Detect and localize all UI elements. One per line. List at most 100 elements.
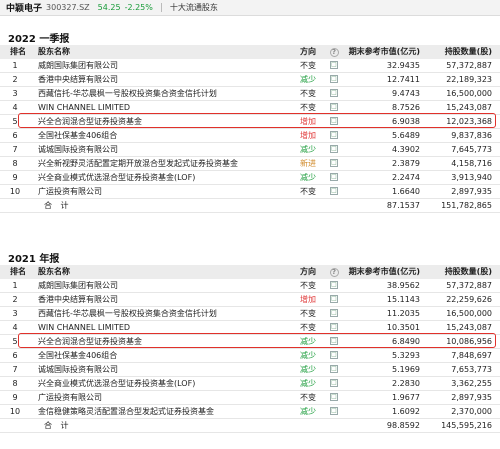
- table-row[interactable]: 2 香港中央结算有限公司 减少 □ 12.7411 22,189,323: [0, 72, 500, 86]
- row-holder-name[interactable]: 诚城国际投资有限公司: [30, 142, 298, 156]
- detail-cell[interactable]: □: [324, 376, 344, 390]
- help-cell[interactable]: ?: [324, 265, 344, 279]
- detail-box-icon[interactable]: □: [330, 117, 338, 125]
- col-header-name[interactable]: 股东名称: [30, 265, 298, 279]
- row-holder-name[interactable]: 金信稳健策略灵活配置混合型发起式证券投资基金: [30, 404, 298, 418]
- detail-cell[interactable]: □: [324, 320, 344, 334]
- table-row[interactable]: 5 兴全合润混合型证券投资基金 增加 □ 6.9038 12,023,368: [0, 114, 500, 128]
- table-row[interactable]: 2 香港中央结算有限公司 增加 □ 15.1143 22,259,626: [0, 292, 500, 306]
- detail-box-icon[interactable]: □: [330, 89, 338, 97]
- detail-box-icon[interactable]: □: [330, 187, 338, 195]
- detail-cell[interactable]: □: [324, 184, 344, 198]
- row-holder-name[interactable]: 广运投资有限公司: [30, 184, 298, 198]
- row-holder-name[interactable]: 全国社保基金406组合: [30, 348, 298, 362]
- table-row[interactable]: 8 兴全商业模式优选混合型证券投资基金(LOF) 减少 □ 2.2830 3,3…: [0, 376, 500, 390]
- detail-box-icon[interactable]: □: [330, 309, 338, 317]
- row-holder-name[interactable]: 兴全商业模式优选混合型证券投资基金(LOF): [30, 376, 298, 390]
- table-total-row: 合 计 87.1537 151,782,865: [0, 198, 500, 212]
- row-holder-name[interactable]: 香港中央结算有限公司: [30, 72, 298, 86]
- detail-cell[interactable]: □: [324, 114, 344, 128]
- col-header-direction[interactable]: 方向: [298, 265, 324, 279]
- detail-box-icon[interactable]: □: [330, 145, 338, 153]
- detail-cell[interactable]: □: [324, 86, 344, 100]
- row-holder-name[interactable]: 香港中央结算有限公司: [30, 292, 298, 306]
- help-icon[interactable]: ?: [329, 268, 339, 278]
- detail-cell[interactable]: □: [324, 390, 344, 404]
- table-row[interactable]: 9 兴全商业模式优选混合型证券投资基金(LOF) 减少 □ 2.2474 3,9…: [0, 170, 500, 184]
- row-direction: 不变: [300, 280, 316, 290]
- table-row[interactable]: 10 金信稳健策略灵活配置混合型发起式证券投资基金 减少 □ 1.6092 2,…: [0, 404, 500, 418]
- detail-box-icon[interactable]: □: [330, 323, 338, 331]
- detail-cell[interactable]: □: [324, 170, 344, 184]
- detail-box-icon[interactable]: □: [330, 379, 338, 387]
- table-row[interactable]: 1 威朗国际集团有限公司 不变 □ 32.9435 57,372,887: [0, 59, 500, 73]
- detail-box-icon[interactable]: □: [330, 351, 338, 359]
- detail-cell[interactable]: □: [324, 128, 344, 142]
- table-row[interactable]: 7 诚城国际投资有限公司 减少 □ 5.1969 7,653,773: [0, 362, 500, 376]
- table-row[interactable]: 10 广运投资有限公司 不变 □ 1.6640 2,897,935: [0, 184, 500, 198]
- table-row[interactable]: 6 全国社保基金406组合 增加 □ 5.6489 9,837,836: [0, 128, 500, 142]
- table-row[interactable]: 4 WIN CHANNEL LIMITED 不变 □ 8.7526 15,243…: [0, 100, 500, 114]
- col-header-shares[interactable]: 持股数量(股): [424, 45, 500, 59]
- row-holder-name[interactable]: 全国社保基金406组合: [30, 128, 298, 142]
- detail-cell[interactable]: □: [324, 142, 344, 156]
- row-holder-name[interactable]: 西藏信托-华芯晨枫一号股权投资集合资金信托计划: [30, 306, 298, 320]
- detail-box-icon[interactable]: □: [330, 393, 338, 401]
- table-row[interactable]: 6 全国社保基金406组合 减少 □ 5.3293 7,848,697: [0, 348, 500, 362]
- row-holder-name[interactable]: 威朗国际集团有限公司: [30, 59, 298, 73]
- detail-cell[interactable]: □: [324, 292, 344, 306]
- row-value: 38.9562: [386, 280, 420, 290]
- detail-cell[interactable]: □: [324, 72, 344, 86]
- help-cell[interactable]: ?: [324, 45, 344, 59]
- row-holder-name[interactable]: 兴全合润混合型证券投资基金: [30, 334, 298, 348]
- detail-cell[interactable]: □: [324, 100, 344, 114]
- detail-box-icon[interactable]: □: [330, 365, 338, 373]
- row-holder-name[interactable]: 西藏信托-华芯晨枫一号股权投资集合资金信托计划: [30, 86, 298, 100]
- col-header-rank[interactable]: 排名: [0, 45, 30, 59]
- col-header-value[interactable]: 期末参考市值(亿元): [344, 45, 424, 59]
- col-header-direction[interactable]: 方向: [298, 45, 324, 59]
- detail-box-icon[interactable]: □: [330, 159, 338, 167]
- detail-box-icon[interactable]: □: [330, 337, 338, 345]
- table-row[interactable]: 3 西藏信托-华芯晨枫一号股权投资集合资金信托计划 不变 □ 11.2035 1…: [0, 306, 500, 320]
- col-header-shares[interactable]: 持股数量(股): [424, 265, 500, 279]
- detail-cell[interactable]: □: [324, 156, 344, 170]
- detail-box-icon[interactable]: □: [330, 103, 338, 111]
- detail-cell[interactable]: □: [324, 404, 344, 418]
- table-row[interactable]: 1 威朗国际集团有限公司 不变 □ 38.9562 57,372,887: [0, 279, 500, 293]
- row-holder-name[interactable]: 兴全合润混合型证券投资基金: [30, 114, 298, 128]
- detail-box-icon[interactable]: □: [330, 281, 338, 289]
- detail-cell[interactable]: □: [324, 306, 344, 320]
- detail-box-icon[interactable]: □: [330, 407, 338, 415]
- detail-box-icon[interactable]: □: [330, 61, 338, 69]
- table-row[interactable]: 7 诚城国际投资有限公司 减少 □ 4.3902 7,645,773: [0, 142, 500, 156]
- row-holder-name[interactable]: WIN CHANNEL LIMITED: [30, 320, 298, 334]
- row-value: 6.8490: [392, 336, 420, 346]
- table-row[interactable]: 8 兴全新视野灵活配置定期开放混合型发起式证券投资基金 新进 □ 2.3879 …: [0, 156, 500, 170]
- detail-cell[interactable]: □: [324, 348, 344, 362]
- row-holder-name[interactable]: 广运投资有限公司: [30, 390, 298, 404]
- row-holder-name[interactable]: 兴全商业模式优选混合型证券投资基金(LOF): [30, 170, 298, 184]
- row-holder-name[interactable]: 兴全新视野灵活配置定期开放混合型发起式证券投资基金: [30, 156, 298, 170]
- row-holder-name[interactable]: WIN CHANNEL LIMITED: [30, 100, 298, 114]
- detail-box-icon[interactable]: □: [330, 173, 338, 181]
- tab-top-ten-float-holders[interactable]: 十大流通股东: [170, 2, 218, 13]
- row-shares: 57,372,887: [446, 60, 492, 70]
- detail-cell[interactable]: □: [324, 334, 344, 348]
- detail-box-icon[interactable]: □: [330, 75, 338, 83]
- table-row[interactable]: 9 广运投资有限公司 不变 □ 1.9677 2,897,935: [0, 390, 500, 404]
- detail-box-icon[interactable]: □: [330, 295, 338, 303]
- detail-box-icon[interactable]: □: [330, 131, 338, 139]
- row-holder-name[interactable]: 威朗国际集团有限公司: [30, 279, 298, 293]
- col-header-rank[interactable]: 排名: [0, 265, 30, 279]
- help-icon[interactable]: ?: [329, 48, 339, 58]
- table-row[interactable]: 4 WIN CHANNEL LIMITED 不变 □ 10.3501 15,24…: [0, 320, 500, 334]
- col-header-name[interactable]: 股东名称: [30, 45, 298, 59]
- row-holder-name[interactable]: 诚城国际投资有限公司: [30, 362, 298, 376]
- detail-cell[interactable]: □: [324, 59, 344, 73]
- table-row[interactable]: 5 兴全合润混合型证券投资基金 减少 □ 6.8490 10,086,956: [0, 334, 500, 348]
- detail-cell[interactable]: □: [324, 279, 344, 293]
- detail-cell[interactable]: □: [324, 362, 344, 376]
- col-header-value[interactable]: 期末参考市值(亿元): [344, 265, 424, 279]
- table-row[interactable]: 3 西藏信托-华芯晨枫一号股权投资集合资金信托计划 不变 □ 9.4743 16…: [0, 86, 500, 100]
